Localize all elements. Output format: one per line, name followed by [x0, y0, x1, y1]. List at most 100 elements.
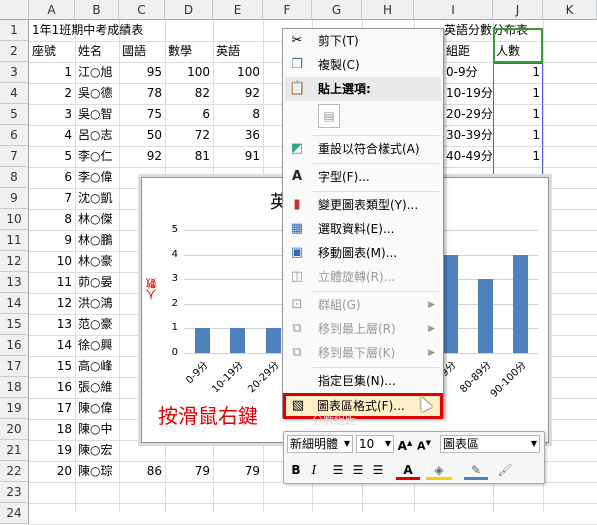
- bar[interactable]: [477, 279, 493, 353]
- context-menu[interactable]: ✂ 剪下(T) ❐ 複製(C) 📋 貼上選項: ▤ ◩ 重設以符合樣式(A) A 字型(F…: [282, 28, 444, 419]
- cell[interactable]: 19: [29, 440, 75, 461]
- font-name-select[interactable]: 新細明體 ▼: [287, 435, 353, 453]
- cell[interactable]: 9: [29, 230, 75, 251]
- menu-item-font[interactable]: A 字型(F)...: [285, 165, 441, 189]
- row-header[interactable]: 20: [0, 419, 29, 440]
- menu-item-copy[interactable]: ❐ 複製(C): [285, 53, 441, 77]
- cell[interactable]: 5: [29, 146, 75, 167]
- cell[interactable]: 沈○凱: [75, 188, 119, 209]
- format-painter-icon[interactable]: 🖌: [496, 462, 514, 480]
- cell[interactable]: 吳○智: [75, 104, 119, 125]
- cell[interactable]: 1年1班期中考成績表: [29, 20, 229, 41]
- row-header[interactable]: 12: [0, 251, 29, 272]
- cell[interactable]: 2: [29, 83, 75, 104]
- cell[interactable]: 15: [29, 356, 75, 377]
- cell[interactable]: 陳○宏: [75, 440, 119, 461]
- cell[interactable]: [213, 440, 263, 461]
- row-header[interactable]: 21: [0, 440, 29, 461]
- column-header[interactable]: B: [75, 0, 119, 20]
- cell[interactable]: 高○峰: [75, 356, 119, 377]
- row-header[interactable]: 19: [0, 398, 29, 419]
- column-header[interactable]: H: [362, 0, 414, 20]
- cell[interactable]: 17: [29, 398, 75, 419]
- cell[interactable]: 6: [165, 104, 213, 125]
- row-header[interactable]: 22: [0, 461, 29, 482]
- column-header[interactable]: I: [414, 0, 493, 20]
- cell[interactable]: 79: [165, 461, 213, 482]
- cell[interactable]: 3: [29, 104, 75, 125]
- shrink-font-icon[interactable]: A▼: [416, 435, 432, 453]
- cell[interactable]: 數學: [165, 41, 213, 62]
- cell[interactable]: 國語: [119, 41, 165, 62]
- bar[interactable]: [194, 328, 210, 353]
- cell[interactable]: 李○仁: [75, 146, 119, 167]
- cell[interactable]: 組距: [443, 41, 493, 62]
- row-header[interactable]: 8: [0, 167, 29, 188]
- cell[interactable]: 100: [213, 62, 263, 83]
- menu-item-cut[interactable]: ✂ 剪下(T): [285, 29, 441, 53]
- cell[interactable]: 范○豪: [75, 314, 119, 335]
- bar[interactable]: [513, 254, 529, 353]
- menu-item-change-chart-type[interactable]: ▮ 變更圖表類型(Y)...: [285, 193, 441, 217]
- cell[interactable]: 14: [29, 335, 75, 356]
- cell[interactable]: 100: [165, 62, 213, 83]
- cell[interactable]: 茆○晏: [75, 272, 119, 293]
- cell[interactable]: 吳○德: [75, 83, 119, 104]
- cell[interactable]: 75: [119, 104, 165, 125]
- row-header[interactable]: 4: [0, 83, 29, 104]
- menu-item-select-data[interactable]: ▦ 選取資料(E)...: [285, 217, 441, 241]
- row-header[interactable]: 5: [0, 104, 29, 125]
- align-left-icon[interactable]: ☰: [330, 462, 346, 480]
- cell[interactable]: 86: [119, 461, 165, 482]
- cell[interactable]: 陳○中: [75, 419, 119, 440]
- cell[interactable]: 8: [213, 104, 263, 125]
- cell[interactable]: 92: [119, 146, 165, 167]
- row-header[interactable]: 15: [0, 314, 29, 335]
- cell[interactable]: 36: [213, 125, 263, 146]
- cell[interactable]: 座號: [29, 41, 75, 62]
- cell[interactable]: 8: [29, 209, 75, 230]
- cell[interactable]: 李○偉: [75, 167, 119, 188]
- cell[interactable]: 徐○興: [75, 335, 119, 356]
- font-color-icon[interactable]: A: [396, 462, 420, 480]
- row-header[interactable]: 3: [0, 62, 29, 83]
- cell[interactable]: 11: [29, 272, 75, 293]
- cell[interactable]: 18: [29, 419, 75, 440]
- column-header[interactable]: G: [312, 0, 362, 20]
- column-header[interactable]: E: [213, 0, 263, 20]
- row-header[interactable]: 24: [0, 503, 29, 524]
- column-header[interactable]: F: [263, 0, 312, 20]
- cell[interactable]: 78: [119, 83, 165, 104]
- row-header[interactable]: 17: [0, 356, 29, 377]
- cell[interactable]: 81: [165, 146, 213, 167]
- menu-item-move-chart[interactable]: ▣ 移動圖表(M)...: [285, 241, 441, 265]
- paste-option-button[interactable]: ▤: [285, 101, 441, 131]
- align-right-icon[interactable]: ☰: [370, 462, 386, 480]
- cell[interactable]: 7: [29, 188, 75, 209]
- row-header[interactable]: 7: [0, 146, 29, 167]
- menu-item-assign-macro[interactable]: 指定巨集(N)...: [285, 369, 441, 393]
- cell[interactable]: 92: [213, 83, 263, 104]
- column-header[interactable]: J: [493, 0, 543, 20]
- column-header[interactable]: K: [543, 0, 597, 20]
- cell[interactable]: 林○豪: [75, 251, 119, 272]
- cell[interactable]: 30-39分: [443, 125, 493, 146]
- cell[interactable]: 張○維: [75, 377, 119, 398]
- cell[interactable]: 陳○偉: [75, 398, 119, 419]
- cell[interactable]: [165, 440, 213, 461]
- cell[interactable]: 95: [119, 62, 165, 83]
- column-header[interactable]: D: [165, 0, 213, 20]
- row-header[interactable]: 11: [0, 230, 29, 251]
- cell[interactable]: 4: [29, 125, 75, 146]
- row-header[interactable]: 10: [0, 209, 29, 230]
- mini-toolbar[interactable]: 新細明體 ▼ 10 ▼ A▲ A▼ 圖表區 ▼ B I ☰ ☰ ☰ A ◈ ✎ 🖌 分…: [283, 414, 545, 484]
- row-header[interactable]: 6: [0, 125, 29, 146]
- column-header[interactable]: A: [29, 0, 75, 20]
- cell[interactable]: 6: [29, 167, 75, 188]
- cell[interactable]: 林○鵬: [75, 230, 119, 251]
- bar[interactable]: [265, 328, 281, 353]
- cell[interactable]: 16: [29, 377, 75, 398]
- align-center-icon[interactable]: ☰: [350, 462, 366, 480]
- cell[interactable]: 陳○琮: [75, 461, 119, 482]
- row-header[interactable]: 2: [0, 41, 29, 62]
